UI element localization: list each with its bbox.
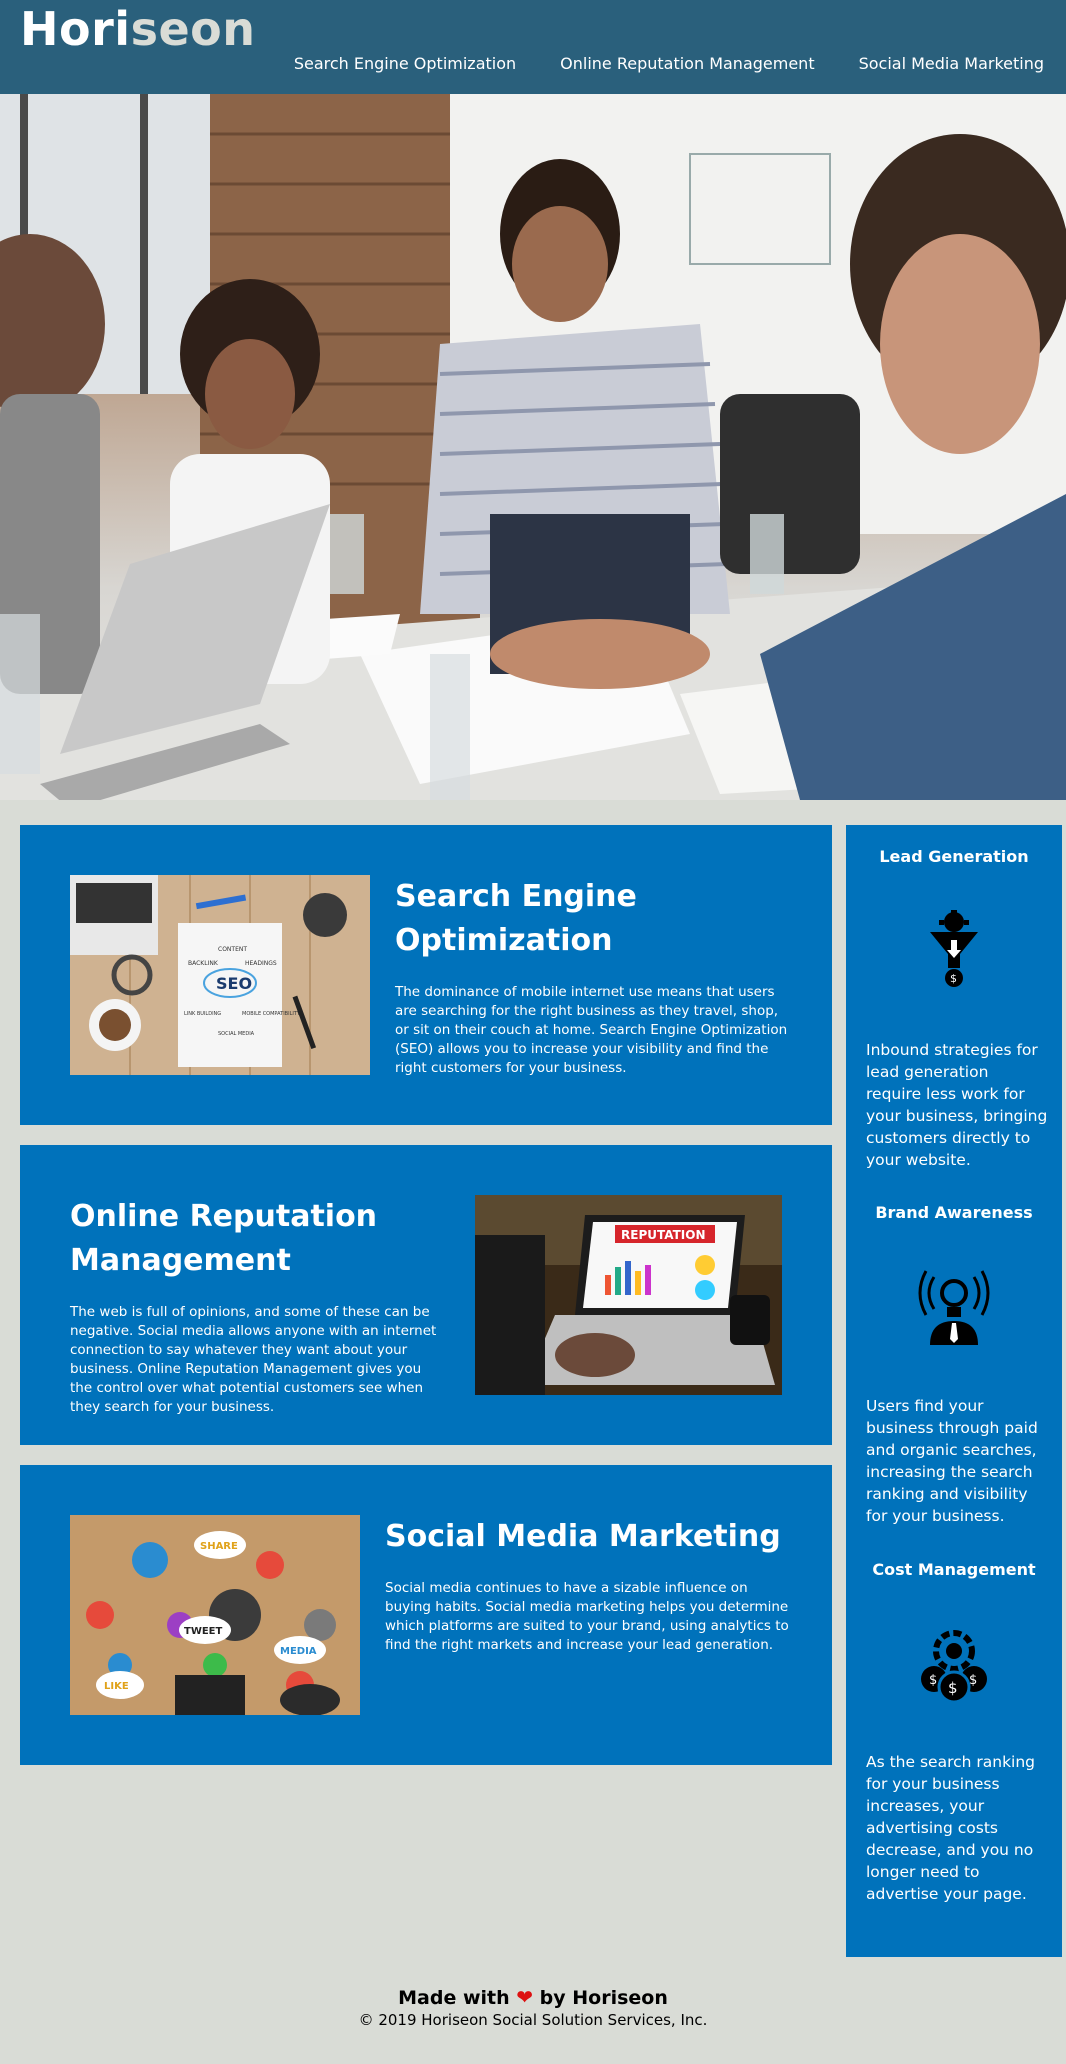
seo-word-seo: SEO <box>216 974 252 993</box>
lead-generation-title: Lead Generation <box>879 847 1029 866</box>
benefits-sidebar: Lead Generation $ Inbound strategies for… <box>846 825 1062 1957</box>
brand-awareness-text: Users find your business through paid an… <box>866 1397 1038 1525</box>
broadcast-person-icon <box>914 1265 994 1345</box>
logo-accent: seon <box>130 2 256 56</box>
lead-generation-text: Inbound strategies for lead generation r… <box>866 1041 1048 1169</box>
seo-text: The dominance of mobile internet use mea… <box>395 984 788 1076</box>
orm-section: Online Reputation Management The web is … <box>20 1145 832 1445</box>
social-bubble-tweet: TWEET <box>184 1626 223 1637</box>
site-header: Horiseon Search Engine Optimization Onli… <box>0 0 1066 94</box>
funnel-gear-icon: $ <box>914 910 994 990</box>
seo-word-mobile: MOBILE COMPATIBILITY <box>242 1011 301 1017</box>
social-bubble-share: SHARE <box>200 1541 238 1552</box>
logo-main: Hori <box>20 2 131 56</box>
smm-title: Social Media Marketing <box>385 1519 781 1554</box>
seo-word-headings: HEADINGS <box>245 960 277 967</box>
smm-text: Social media continues to have a sizable… <box>385 1580 789 1653</box>
seo-section: CONTENT BACKLINK HEADINGS SEO LINK BUILD… <box>20 825 832 1125</box>
site-logo[interactable]: Horiseon <box>20 2 256 56</box>
nav-link-smm[interactable]: Social Media Marketing <box>859 54 1044 73</box>
svg-text:$: $ <box>929 1673 937 1688</box>
seo-title: Search Engine Optimization <box>395 879 637 958</box>
by-horiseon-text: by Horiseon <box>539 1987 668 2009</box>
hero-image <box>0 94 1066 800</box>
seo-image: CONTENT BACKLINK HEADINGS SEO LINK BUILD… <box>70 875 370 1075</box>
reputation-banner-text: REPUTATION <box>621 1228 705 1242</box>
brand-awareness-title: Brand Awareness <box>875 1203 1033 1222</box>
svg-text:$: $ <box>969 1673 977 1688</box>
site-footer: Made with ❤ by Horiseon © 2019 Horiseon … <box>0 1985 1066 2029</box>
made-with-line: Made with ❤ by Horiseon <box>0 1985 1066 2009</box>
nav-link-seo[interactable]: Search Engine Optimization <box>294 54 516 73</box>
nav-link-orm[interactable]: Online Reputation Management <box>560 54 814 73</box>
reputation-image: REPUTATION <box>475 1195 782 1395</box>
smm-section: SHARE TWEET LIKE MEDIA Social Media Mark… <box>20 1465 832 1765</box>
seo-word-backlink: BACKLINK <box>188 960 219 967</box>
copyright: © 2019 Horiseon Social Solution Services… <box>358 2011 708 2029</box>
svg-text:$: $ <box>950 972 957 985</box>
cost-management-title: Cost Management <box>872 1560 1036 1579</box>
main-nav: Search Engine Optimization Online Reputa… <box>294 54 1044 73</box>
seo-word-link-building: LINK BUILDING <box>184 1011 221 1017</box>
made-with-text: Made with <box>398 1987 510 2009</box>
svg-text:$: $ <box>948 1679 958 1697</box>
seo-word-content: CONTENT <box>218 946 247 953</box>
social-media-image: SHARE TWEET LIKE MEDIA <box>70 1515 360 1715</box>
social-bubble-media: MEDIA <box>280 1646 317 1657</box>
heart-icon: ❤ <box>516 1985 534 2009</box>
orm-text: The web is full of opinions, and some of… <box>70 1304 437 1415</box>
gear-coins-icon: $ $ $ <box>914 1625 994 1705</box>
seo-word-social-media: SOCIAL MEDIA <box>218 1031 255 1037</box>
social-bubble-like: LIKE <box>104 1681 129 1692</box>
orm-title: Online Reputation Management <box>70 1199 378 1278</box>
cost-management-text: As the search ranking for your business … <box>866 1753 1036 1903</box>
hero-team-meeting-photo <box>0 94 1066 800</box>
